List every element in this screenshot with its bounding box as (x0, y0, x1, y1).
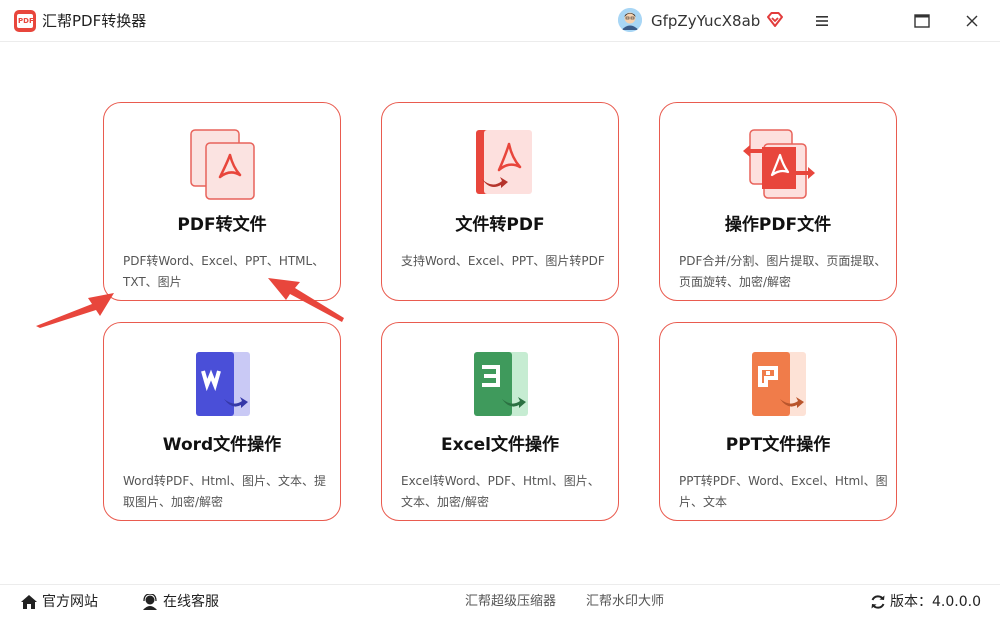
card-description: 支持Word、Excel、PPT、图片转PDF (401, 254, 605, 268)
card-file-to-pdf[interactable]: 文件转PDF 支持Word、Excel、PPT、图片转PDF (381, 102, 619, 301)
pointer-arrow-right (268, 278, 344, 322)
word-icon (184, 347, 260, 423)
home-icon (21, 595, 37, 609)
excel-icon (462, 347, 538, 423)
card-operate-pdf[interactable]: 操作PDF文件 PDF合并/分割、图片提取、页面提取、页面旋转、加密/解密 (659, 102, 897, 301)
pdf-convert-icon (184, 127, 260, 203)
official-website-link[interactable]: 官方网站 (20, 593, 98, 611)
maximize-icon[interactable] (908, 8, 936, 34)
card-title: 文件转PDF (455, 215, 545, 235)
card-word[interactable]: Word文件操作 Word转PDF、Html、图片、文本、提取图片、加密/解密 (103, 322, 341, 521)
footer-bar: 官方网站 在线客服 汇帮超级压缩器 汇帮水印大师 版本：4.0.0.0 (0, 584, 1000, 617)
card-description: PDF合并/分割、图片提取、页面提取、页面旋转、加密/解密 (679, 254, 887, 289)
user-avatar[interactable] (618, 8, 642, 32)
pdf-operate-icon (740, 127, 816, 203)
app-title: 汇帮PDF转换器 (42, 12, 147, 30)
close-icon[interactable] (958, 8, 986, 34)
menu-icon[interactable] (808, 8, 836, 34)
card-pdf-to-file[interactable]: PDF转文件 PDF转Word、Excel、PPT、HTML、TXT、图片 (103, 102, 341, 301)
pointer-arrow-left (36, 293, 114, 328)
title-bar: PDF 汇帮PDF转换器 GfpZyYucX8ab (0, 0, 1000, 42)
online-support-link[interactable]: 在线客服 (141, 593, 219, 611)
card-title: PDF转文件 (177, 215, 267, 235)
refresh-icon (871, 595, 885, 609)
file-to-pdf-icon (462, 127, 538, 203)
card-title: 操作PDF文件 (724, 215, 832, 235)
support-label: 在线客服 (163, 594, 219, 610)
watermark-link[interactable]: 汇帮水印大师 (586, 593, 664, 611)
card-excel[interactable]: Excel文件操作 Excel转Word、PDF、Html、图片、文本、加密/解… (381, 322, 619, 521)
version-info[interactable]: 版本：4.0.0.0 (870, 593, 981, 611)
card-title: Excel文件操作 (440, 435, 559, 455)
card-description: Word转PDF、Html、图片、文本、提取图片、加密/解密 (123, 474, 326, 509)
card-description: PPT转PDF、Word、Excel、Html、图片、文本 (679, 474, 888, 509)
compressor-link[interactable]: 汇帮超级压缩器 (465, 593, 556, 611)
card-title: Word文件操作 (162, 435, 282, 455)
card-title: PPT文件操作 (725, 435, 831, 455)
diamond-icon[interactable] (765, 10, 785, 30)
website-label: 官方网站 (42, 594, 98, 610)
username[interactable]: GfpZyYucX8ab (651, 11, 760, 31)
app-logo: PDF (14, 10, 36, 32)
card-description: Excel转Word、PDF、Html、图片、文本、加密/解密 (401, 474, 600, 509)
ppt-icon (740, 347, 816, 423)
version-label: 版本：4.0.0.0 (890, 594, 981, 610)
headset-icon (143, 594, 157, 610)
card-ppt[interactable]: PPT文件操作 PPT转PDF、Word、Excel、Html、图片、文本 (659, 322, 897, 521)
